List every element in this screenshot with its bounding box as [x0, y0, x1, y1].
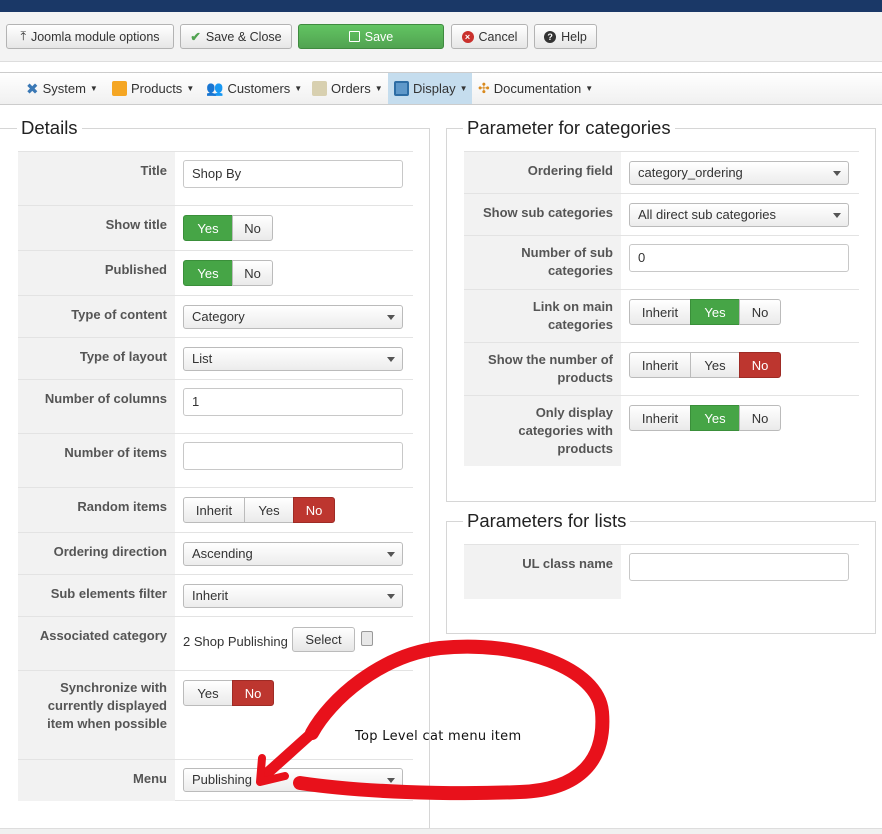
- annotation-loop-stroke: [293, 639, 610, 801]
- annotation-overlay: [256, 639, 610, 801]
- annotation-text: Top Level cat menu item: [355, 729, 522, 744]
- footer-strip: [0, 828, 882, 834]
- annotation-arrow-stroke: [259, 727, 318, 781]
